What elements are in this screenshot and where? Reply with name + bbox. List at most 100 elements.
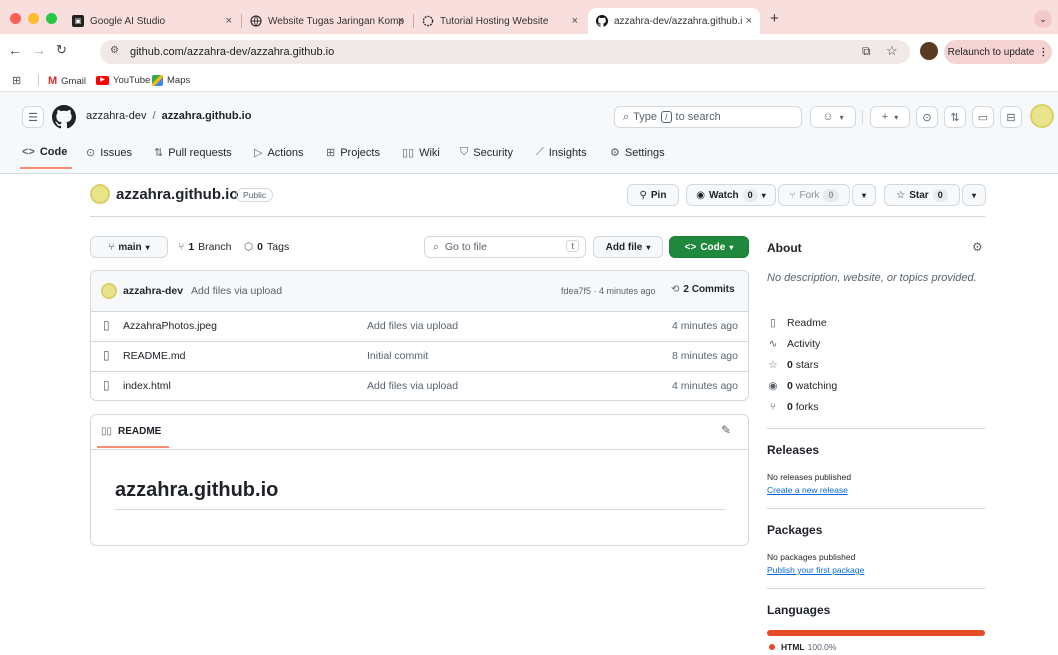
tab-label: Issues (100, 146, 133, 159)
commit-message[interactable]: Add files via upload (191, 285, 282, 297)
close-window-button[interactable] (10, 13, 21, 24)
install-app-icon[interactable]: ⧉ (862, 44, 871, 59)
close-tab-icon[interactable]: × (572, 15, 578, 27)
table-row[interactable]: ▯ AzzahraPhotos.jpeg Add files via uploa… (91, 311, 748, 341)
minimize-window-button[interactable] (28, 13, 39, 24)
go-to-file-input[interactable]: ⌕ Go to file t (424, 236, 586, 258)
tab-wiki[interactable]: ▯▯ Wiki (402, 146, 440, 160)
bookmark-maps[interactable]: Maps (152, 75, 190, 86)
fork-button[interactable]: ⑂ Fork 0 (778, 184, 850, 206)
file-name[interactable]: AzzahraPhotos.jpeg (123, 320, 217, 332)
readme-link[interactable]: ▯ Readme (767, 317, 827, 329)
github-logo-icon[interactable] (52, 105, 76, 132)
back-arrow-icon[interactable]: ← (8, 42, 22, 58)
tab-issues[interactable]: ⊙ Issues (86, 146, 133, 160)
watching-link[interactable]: ◉ 0 watching (767, 380, 837, 392)
language-item[interactable]: HTML 100.0% (769, 642, 836, 652)
table-row[interactable]: ▯ README.md Initial commit 8 minutes ago (91, 341, 748, 371)
bookmark-star-icon[interactable]: ☆ (886, 43, 898, 59)
tab-settings[interactable]: ⚙ Settings (610, 146, 665, 160)
pencil-icon[interactable]: ✎ (721, 423, 731, 437)
releases-title[interactable]: Releases (767, 443, 819, 457)
branches-link[interactable]: ⑂ 1 Branch (178, 241, 231, 253)
commit-meta[interactable]: fdea7f5 · 4 minutes ago (561, 286, 656, 296)
owner-link[interactable]: azzahra-dev (86, 110, 147, 122)
file-commit-message[interactable]: Add files via upload (367, 320, 458, 332)
commit-author[interactable]: azzahra-dev (123, 285, 183, 297)
tab-security[interactable]: ⛉ Security (460, 146, 513, 159)
fork-dropdown-button[interactable]: ▾ (852, 184, 876, 206)
bookmark-youtube[interactable]: ▶ YouTube (96, 75, 150, 86)
bookmark-label: YouTube (113, 75, 151, 86)
shield-icon: ⛉ (460, 146, 469, 158)
browser-tab-ai-studio[interactable]: ▣ Google AI Studio × (64, 8, 240, 34)
branch-selector[interactable]: ⑂ main ▾ (90, 236, 168, 258)
readme-tab[interactable]: ▯▯ README (101, 426, 161, 437)
tab-actions[interactable]: ▷ Actions (254, 146, 304, 160)
apps-grid-icon[interactable]: ⊞ (12, 74, 21, 87)
table-row[interactable]: ▯ index.html Add files via upload 4 minu… (91, 371, 748, 400)
publish-package-link[interactable]: Publish your first package (767, 565, 864, 575)
star-button[interactable]: ☆ Star 0 (884, 184, 960, 206)
file-name[interactable]: index.html (123, 380, 171, 392)
stars-link[interactable]: ☆ 0 stars (767, 359, 818, 371)
repo-title[interactable]: azzahra.github.io (116, 186, 239, 203)
file-commit-message[interactable]: Initial commit (367, 350, 428, 362)
repo-link[interactable]: azzahra.github.io (162, 110, 252, 122)
tab-projects[interactable]: ⊞ Projects (326, 146, 380, 160)
breadcrumb-separator: / (152, 110, 156, 122)
tab-insights[interactable]: ⟋ Insights (536, 146, 587, 159)
star-dropdown-button[interactable]: ▾ (962, 184, 986, 206)
github-header: ☰ azzahra-dev / azzahra.github.io ⌕ Type… (0, 92, 1058, 174)
browser-tab-github[interactable]: azzahra-dev/azzahra.github.i × (588, 8, 760, 34)
comment-icon: ▭ (977, 111, 989, 124)
forks-link[interactable]: ⑂ 0 forks (767, 401, 819, 413)
pull-requests-button[interactable]: ⇅ (944, 106, 966, 128)
branches-label: Branch (198, 241, 232, 253)
readme-tab-label: README (118, 426, 162, 437)
activity-link[interactable]: ∿ Activity (767, 338, 821, 350)
file-commit-message[interactable]: Add files via upload (367, 380, 458, 392)
packages-title[interactable]: Packages (767, 523, 822, 537)
git-branch-icon: ⑂ (178, 241, 185, 253)
commits-link[interactable]: ⟲ 2 Commits (671, 284, 735, 295)
tab-pull-requests[interactable]: ⇅ Pull requests (154, 146, 232, 160)
new-tab-button[interactable]: + (770, 11, 779, 26)
address-bar[interactable]: ⚙ github.com/azzahra-dev/azzahra.github.… (100, 40, 910, 64)
bookmark-gmail[interactable]: M Gmail (48, 75, 86, 87)
reload-icon[interactable]: ↻ (56, 42, 67, 58)
user-avatar[interactable] (1030, 104, 1054, 128)
tab-code[interactable]: <> Code (22, 146, 67, 158)
profile-avatar[interactable] (920, 42, 938, 60)
graph-icon: ⟋ (536, 146, 544, 158)
tags-link[interactable]: ⬡ 0 Tags (244, 241, 289, 253)
browser-tab-tutorial-hosting[interactable]: Tutorial Hosting Website × (414, 8, 586, 34)
issues-button[interactable]: ⊙ (916, 106, 938, 128)
global-search-input[interactable]: ⌕ Type / to search (614, 106, 802, 128)
close-tab-icon[interactable]: × (226, 15, 232, 27)
stars-count: 0 (787, 359, 793, 371)
relaunch-button[interactable]: Relaunch to update ⋮ (944, 40, 1052, 64)
tab-title: Website Tugas Jaringan Komp (268, 15, 405, 27)
code-button[interactable]: <> Code ▾ (669, 236, 749, 258)
file-name[interactable]: README.md (123, 350, 185, 362)
maximize-window-button[interactable] (46, 13, 57, 24)
hamburger-menu-button[interactable]: ☰ (22, 106, 44, 128)
inbox-button[interactable]: ⊟ (1000, 106, 1022, 128)
pin-button[interactable]: ⚲ Pin (627, 184, 679, 206)
discussions-button[interactable]: ▭ (972, 106, 994, 128)
add-file-button[interactable]: Add file ▾ (593, 236, 663, 258)
repo-forked-icon: ⑂ (789, 189, 796, 201)
site-info-icon[interactable]: ⚙ (110, 45, 119, 56)
copilot-button[interactable]: ☺ ▾ (810, 106, 856, 128)
watch-button[interactable]: ◉ Watch 0 ▾ (686, 184, 776, 206)
forward-arrow-icon[interactable]: → (32, 42, 46, 58)
eye-icon: ◉ (768, 380, 778, 392)
tab-search-chevron-icon[interactable]: ⌄ (1034, 10, 1052, 28)
browser-tab-website-tugas[interactable]: Website Tugas Jaringan Komp × (242, 8, 412, 34)
create-new-button[interactable]: + ▾ (870, 106, 910, 128)
close-tab-icon[interactable]: × (746, 15, 752, 27)
close-tab-icon[interactable]: × (398, 15, 404, 27)
gear-icon[interactable]: ⚙ (972, 240, 983, 254)
create-release-link[interactable]: Create a new release (767, 485, 848, 495)
